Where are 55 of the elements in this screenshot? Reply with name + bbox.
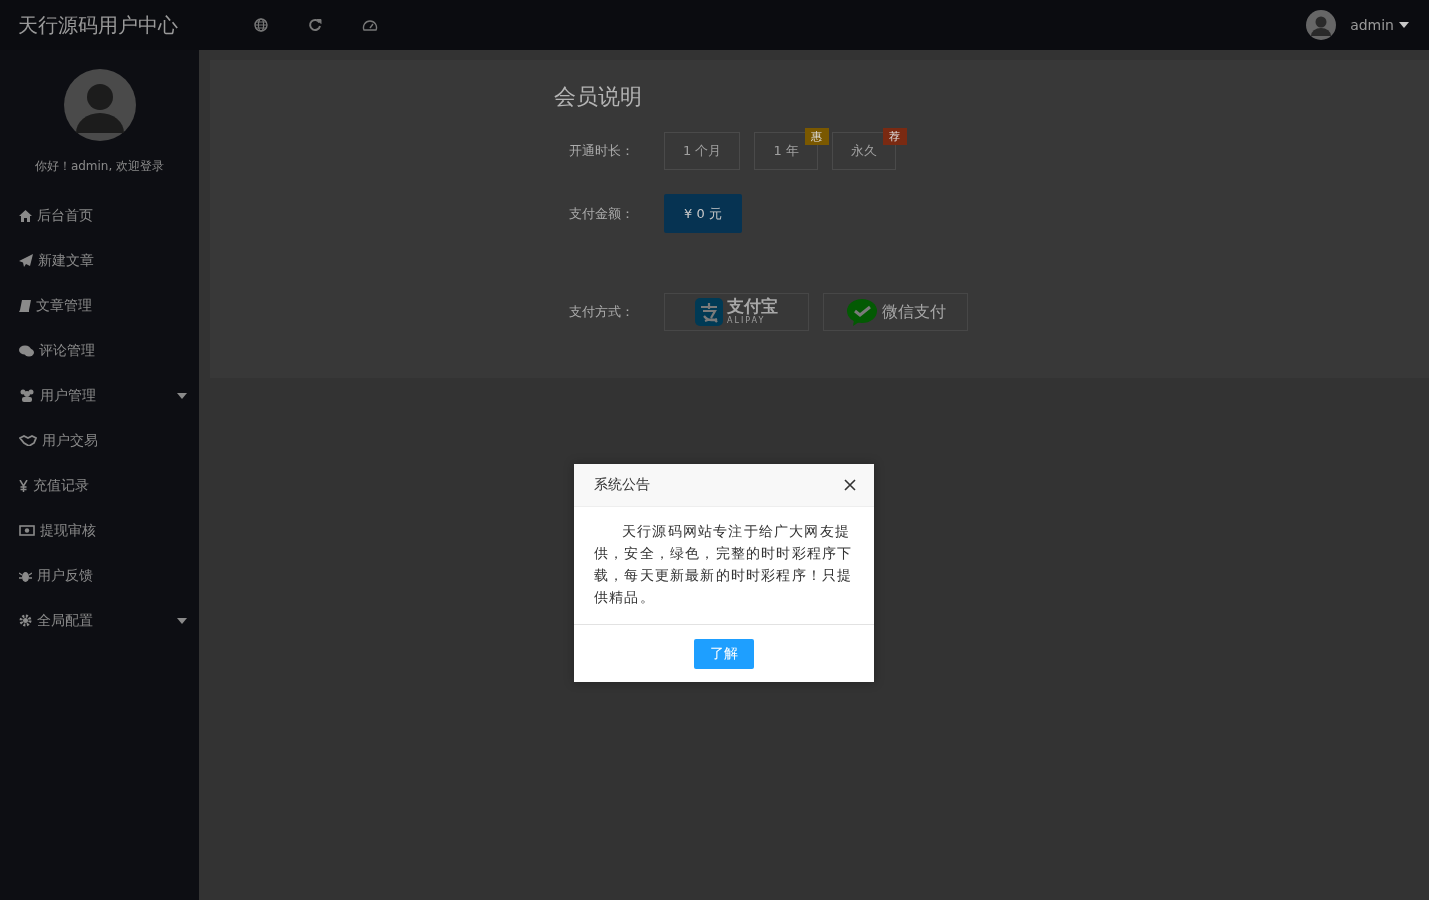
site-title: 天行源码用户中心 [18, 11, 179, 39]
menu-item-label: 后台首页 [37, 206, 93, 225]
option-badge: 惠 [804, 128, 829, 145]
menu-item-label: 提现审核 [40, 521, 96, 540]
menu-item-label: 用户交易 [42, 431, 98, 450]
refresh-icon[interactable] [308, 18, 322, 32]
chat-bubble-icon [845, 298, 878, 326]
menu-item[interactable]: 用户反馈 [0, 553, 199, 598]
dialog-title: 系统公告 [594, 476, 650, 494]
menu-item-label: 全局配置 [37, 611, 93, 630]
book-icon [19, 299, 31, 312]
logo-icon [695, 298, 723, 326]
menu-item[interactable]: 提现审核 [0, 508, 199, 553]
duration-option[interactable]: 1 个月 [664, 132, 741, 170]
menu-item-label: 用户管理 [40, 386, 96, 405]
option-badge: 荐 [882, 128, 907, 145]
menu-item[interactable]: 后台首页 [0, 193, 199, 238]
payment-option[interactable]: 支付宝 ALIPAY [664, 293, 809, 331]
section-title: 会员说明 [554, 83, 643, 111]
user-menu[interactable]: admin [1350, 17, 1409, 33]
menu-item-label: 新建文章 [38, 251, 94, 270]
paper-plane-icon [19, 254, 33, 267]
menu-item[interactable]: 文章管理 [0, 283, 199, 328]
caret-icon [1399, 22, 1409, 28]
menu-item-label: 充值记录 [33, 476, 89, 495]
avatar-icon[interactable] [1306, 10, 1337, 40]
menu-item[interactable]: 用户管理 [0, 373, 199, 418]
chat-icon [19, 344, 34, 357]
home-icon [19, 209, 32, 222]
payment-option[interactable]: 微信支付 [823, 293, 968, 331]
menu-item[interactable]: 全局配置 [0, 598, 199, 643]
amount-button[interactable]: ¥ 0 元 [664, 194, 742, 233]
greeting-text: 你好！admin, 欢迎登录 [34, 158, 165, 175]
payment-name: 微信支付 [881, 301, 946, 323]
menu-item[interactable]: 新建文章 [0, 238, 199, 283]
gauge-icon[interactable] [362, 18, 378, 32]
field-label: 支付方式： [569, 303, 635, 321]
menu-item-label: 用户反馈 [37, 566, 93, 585]
settings-icon [19, 614, 32, 627]
menu-item[interactable]: 充值记录 [0, 463, 199, 508]
menu-item-label: 文章管理 [36, 296, 92, 315]
banknote-icon [19, 525, 35, 536]
menu-item[interactable]: 用户交易 [0, 418, 199, 463]
bug-icon [19, 569, 32, 582]
field-label: 开通时长： [569, 142, 635, 160]
avatar-icon [63, 69, 136, 141]
dialog-message: 天行源码网站专注于给广大网友提供，安全，绿色，完整的时时彩程序下载，每天更新最新的时时彩程序！只提供精品。 [574, 507, 874, 625]
menu-item-label: 评论管理 [39, 341, 95, 360]
payment-subtitle: ALIPAY [727, 317, 767, 326]
menu-item[interactable]: 评论管理 [0, 328, 199, 373]
payment-name: 支付宝 [727, 298, 778, 317]
field-label: 支付金额： [569, 204, 635, 223]
yen-icon [19, 479, 28, 492]
globe-icon[interactable] [254, 18, 268, 32]
close-icon[interactable] [844, 479, 856, 491]
